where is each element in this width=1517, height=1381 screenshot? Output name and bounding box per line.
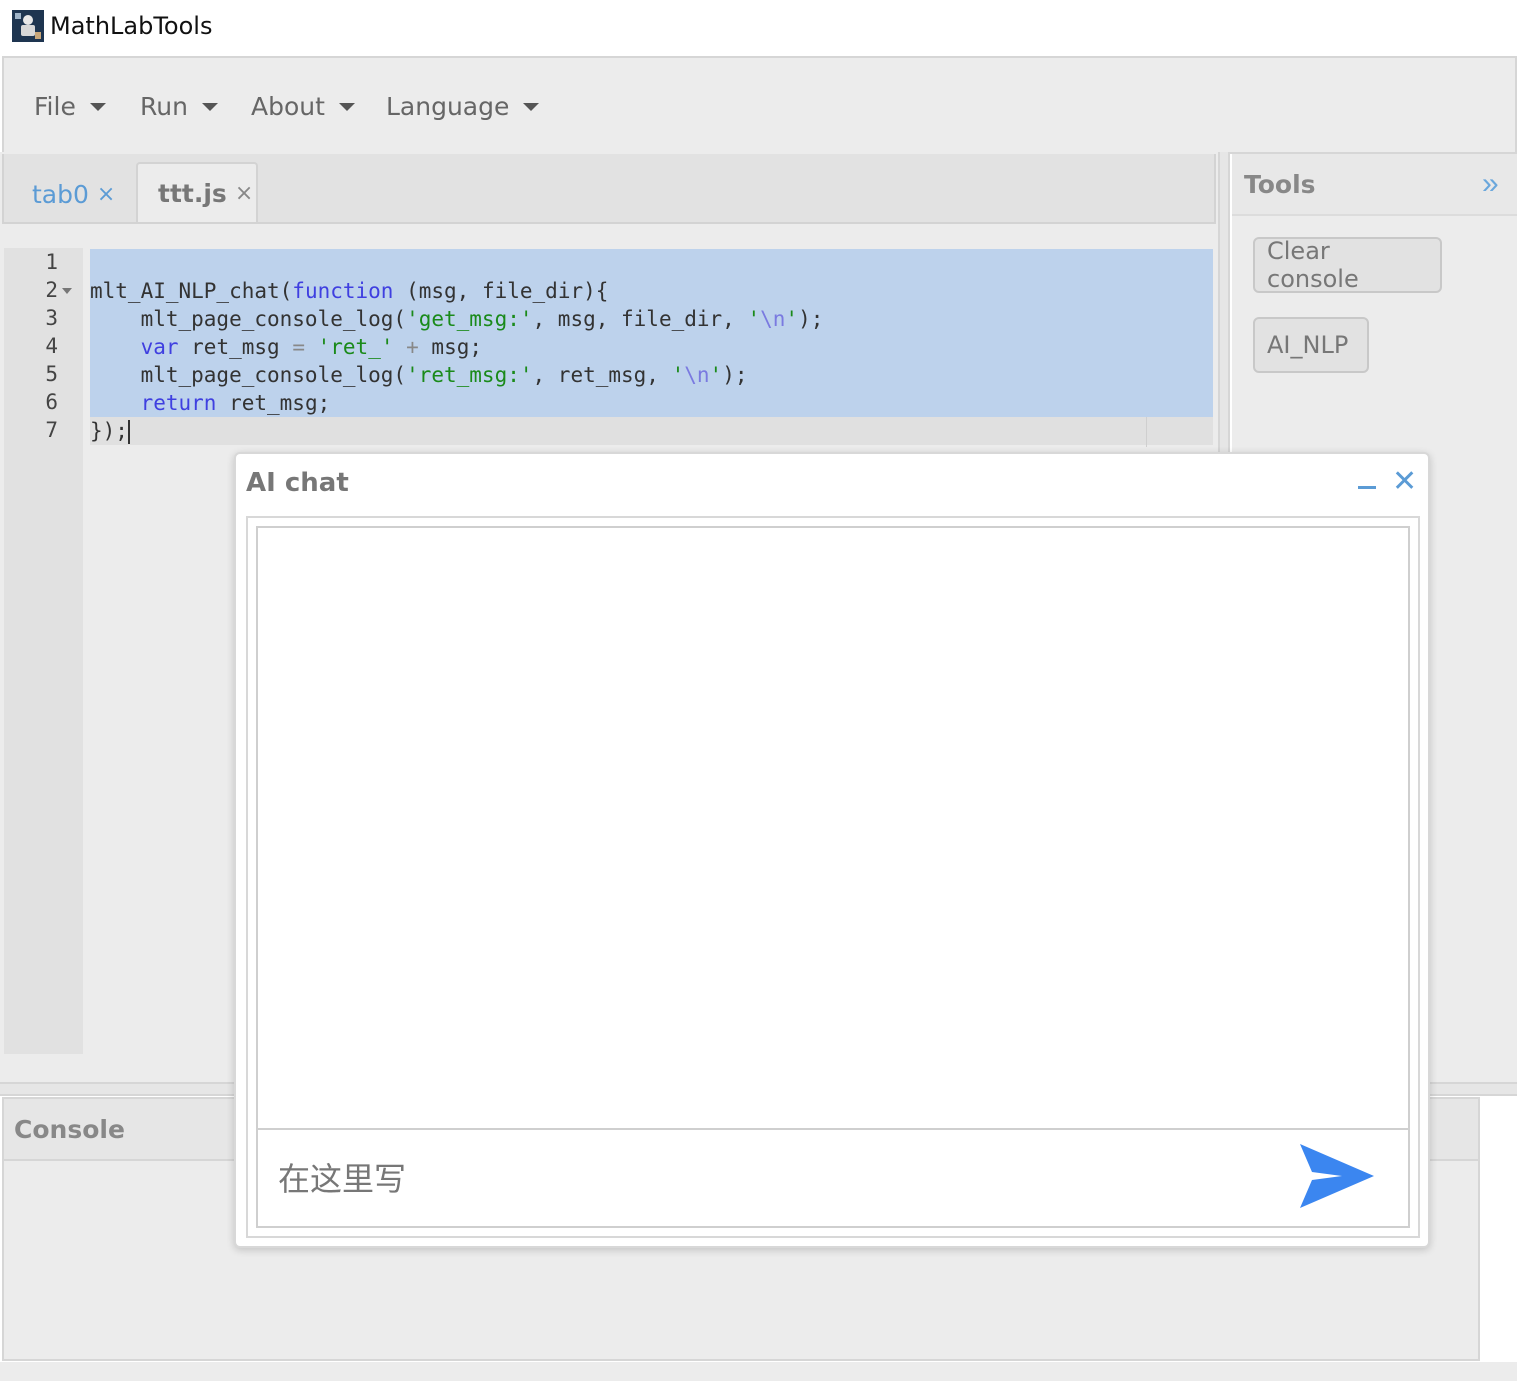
chat-input-area [256, 1128, 1410, 1228]
line-number: 5 [45, 362, 58, 386]
caret-down-icon [523, 102, 540, 111]
line-number-gutter: 1 2 3 4 5 6 7 [4, 248, 83, 1054]
code-line[interactable]: var ret_msg = 'ret_' + msg; [90, 333, 482, 361]
line-number: 1 [45, 250, 58, 274]
caret-down-icon [201, 102, 218, 111]
tab-close-icon[interactable]: × [235, 181, 253, 206]
caret-down-icon [338, 102, 355, 111]
dialog-title: AI chat [246, 468, 349, 498]
menu-about[interactable]: About [251, 92, 355, 121]
menu-file[interactable]: File [34, 92, 106, 121]
menu-run[interactable]: Run [140, 92, 218, 121]
line-number: 6 [45, 390, 58, 414]
tab-label: tab0 [32, 179, 89, 209]
chat-log[interactable] [256, 526, 1410, 1128]
tab-tab0[interactable]: tab0 × [32, 164, 115, 224]
fold-arrow-icon[interactable] [62, 288, 72, 294]
code-line[interactable]: return ret_msg; [90, 389, 331, 417]
close-icon[interactable]: ✕ [1392, 466, 1417, 498]
tab-close-icon[interactable]: × [97, 182, 115, 207]
line-number: 4 [45, 334, 58, 358]
collapse-panel-icon[interactable]: » [1482, 169, 1499, 199]
active-line-highlight [90, 417, 1213, 445]
clear-console-button[interactable]: Clear console [1253, 237, 1442, 293]
menu-language-label: Language [386, 92, 510, 121]
menu-bar: File Run About Language [2, 56, 1517, 154]
text-cursor [127, 420, 130, 444]
menu-run-label: Run [140, 92, 188, 121]
window-title: MathLabTools [50, 12, 213, 40]
chat-input[interactable] [276, 1148, 1280, 1210]
menu-file-label: File [34, 92, 76, 121]
code-line[interactable]: mlt_page_console_log('ret_msg:', ret_msg… [90, 361, 748, 389]
editor-tabs: tab0 × ttt.js × [2, 154, 1216, 224]
send-icon [1300, 1144, 1374, 1208]
print-margin [1146, 417, 1147, 447]
line-number: 3 [45, 306, 58, 330]
console-title: Console [14, 1115, 125, 1144]
tab-label: ttt.js [158, 178, 227, 208]
status-strip [0, 1362, 1517, 1381]
send-button[interactable] [1296, 1142, 1376, 1212]
minimize-icon[interactable] [1358, 486, 1376, 489]
menu-about-label: About [251, 92, 325, 121]
ai-nlp-button[interactable]: AI_NLP [1253, 317, 1369, 373]
ai-chat-dialog: AI chat ✕ [234, 452, 1430, 1248]
tools-header: Tools » [1232, 154, 1517, 216]
code-line[interactable]: mlt_page_console_log('get_msg:', msg, fi… [90, 305, 824, 333]
code-line[interactable]: mlt_AI_NLP_chat(function (msg, file_dir)… [90, 277, 608, 305]
line-number: 7 [45, 418, 58, 442]
caret-down-icon [89, 102, 106, 111]
tools-title: Tools [1244, 170, 1316, 199]
line-number: 2 [45, 278, 58, 302]
menu-language[interactable]: Language [386, 92, 540, 121]
tab-ttt-js[interactable]: ttt.js × [136, 162, 258, 222]
app-logo-icon [12, 10, 44, 42]
window-titlebar: MathLabTools [0, 0, 1517, 54]
dialog-body [246, 516, 1420, 1238]
code-line[interactable]: }); [90, 417, 130, 445]
